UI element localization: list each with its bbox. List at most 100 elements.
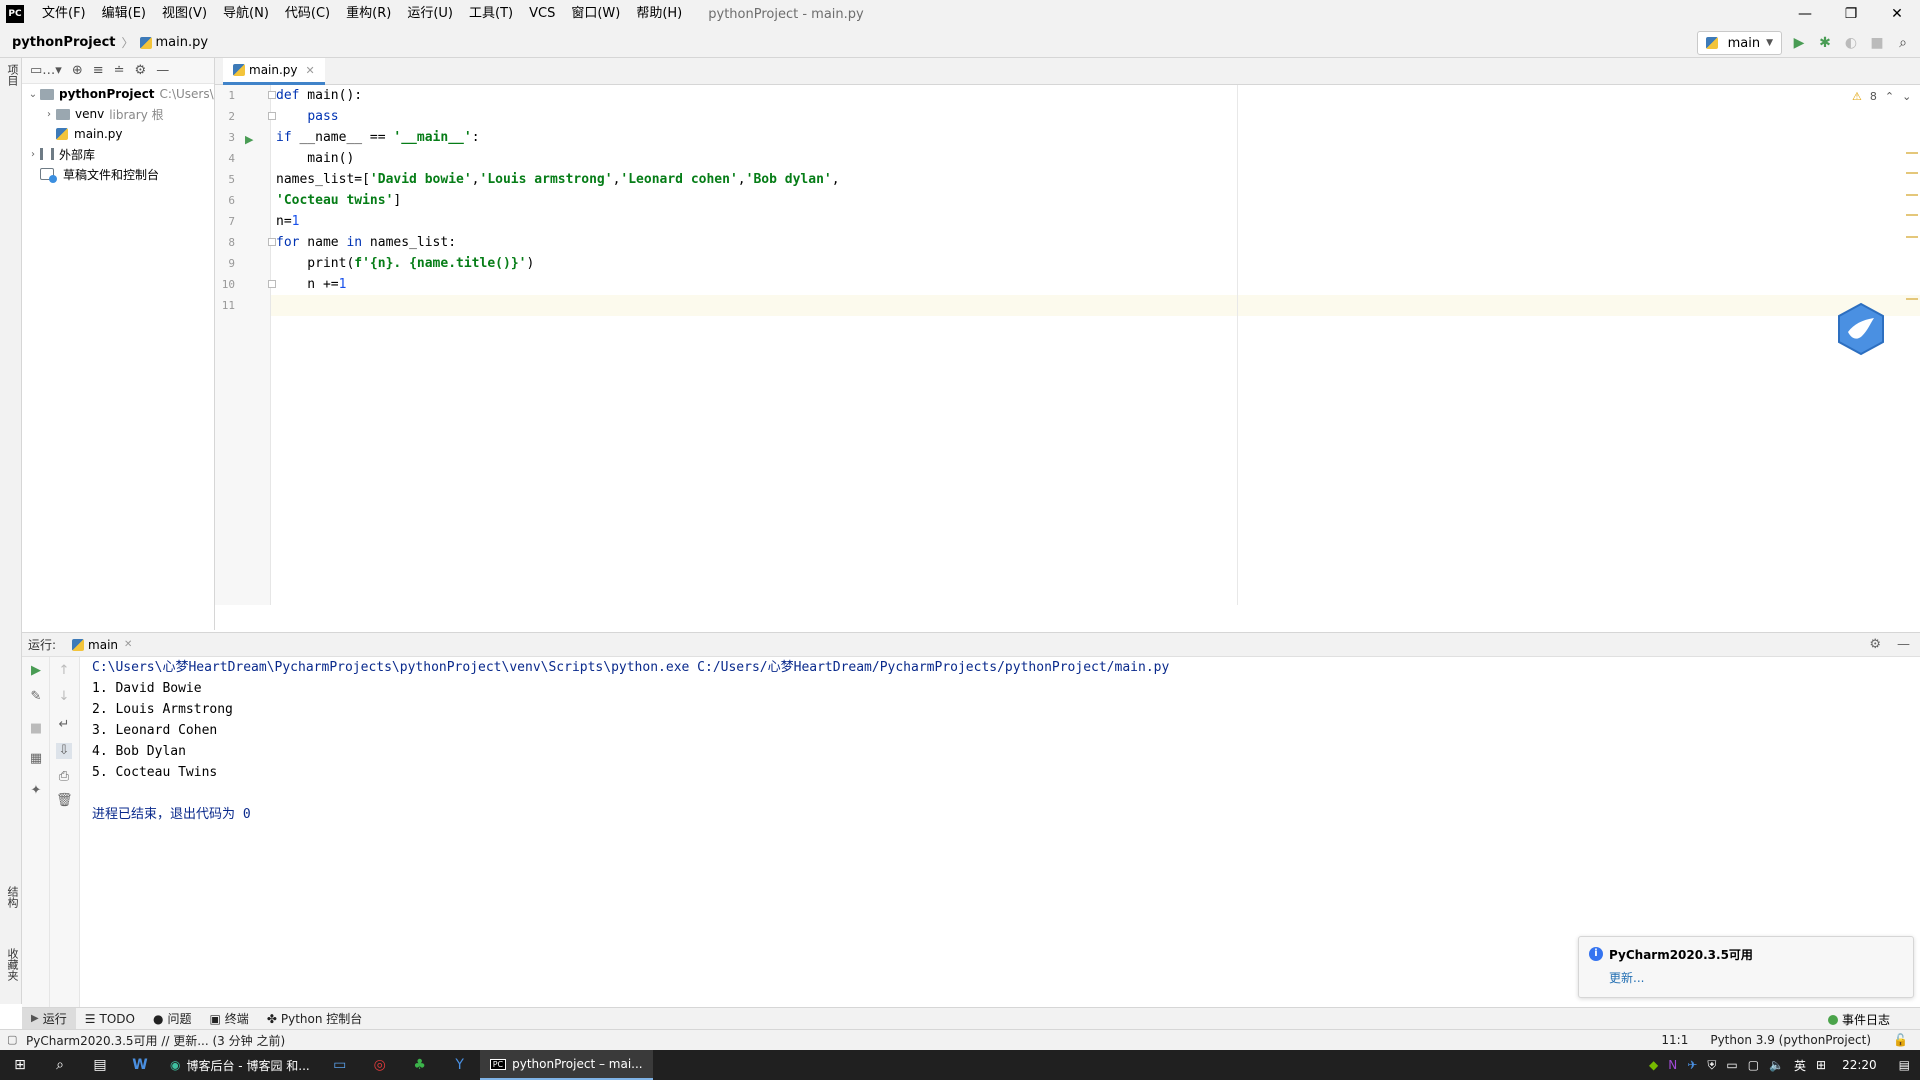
menu-window[interactable]: 窗口(W) xyxy=(563,0,628,28)
menu-code[interactable]: 代码(C) xyxy=(277,0,338,28)
tree-app-icon[interactable]: ♣ xyxy=(400,1050,440,1080)
restore-button[interactable]: ❐ xyxy=(1828,0,1874,28)
menu-refactor[interactable]: 重构(R) xyxy=(338,0,399,28)
error-stripe-mark[interactable] xyxy=(1906,214,1918,216)
wrench-icon[interactable]: ✎ xyxy=(28,689,44,705)
chevron-right-icon[interactable]: › xyxy=(26,149,40,160)
collapse-all-icon[interactable]: ≐ xyxy=(114,63,125,78)
breadcrumb-project[interactable]: pythonProject xyxy=(12,35,116,50)
menu-file[interactable]: 文件(F) xyxy=(34,0,94,28)
tool-tab-problems[interactable]: ● 问题 xyxy=(144,1008,201,1030)
status-message[interactable]: PyCharm2020.3.5可用 // 更新... (3 分钟 之前) xyxy=(26,1032,285,1049)
chevron-down-icon[interactable]: ⌄ xyxy=(26,89,40,100)
chevron-right-icon[interactable]: › xyxy=(42,109,56,120)
debug-icon[interactable]: ✱ xyxy=(1816,34,1834,52)
lock-icon[interactable]: 🔓 xyxy=(1893,1033,1908,1047)
menu-view[interactable]: 视图(V) xyxy=(154,0,215,28)
floating-bird-assistant-icon[interactable] xyxy=(1836,302,1886,356)
clock[interactable]: 22:20 xyxy=(1842,1058,1877,1072)
error-stripe-mark[interactable] xyxy=(1906,298,1918,300)
netease-music-icon[interactable]: ◎ xyxy=(360,1050,400,1080)
fold-icon[interactable] xyxy=(268,112,276,120)
tree-item-scratches[interactable]: 草稿文件和控制台 xyxy=(22,164,214,184)
menu-run[interactable]: 运行(U) xyxy=(399,0,461,28)
caret-position[interactable]: 11:1 xyxy=(1661,1033,1688,1047)
layout-icon[interactable]: ▦ xyxy=(28,751,44,767)
project-view-dropdown-icon[interactable]: ▭…▾ xyxy=(30,63,62,78)
hide-icon[interactable]: — xyxy=(156,63,169,78)
security-icon[interactable]: ⛨ xyxy=(1707,1058,1716,1073)
locate-icon[interactable]: ⊕ xyxy=(72,63,83,78)
menu-edit[interactable]: 编辑(E) xyxy=(94,0,154,28)
remote-desktop-icon[interactable]: ▭ xyxy=(320,1050,360,1080)
error-stripe-mark[interactable] xyxy=(1906,236,1918,238)
battery-icon[interactable]: ▭ xyxy=(1726,1058,1737,1072)
fold-icon[interactable] xyxy=(268,238,276,246)
breadcrumb-file[interactable]: main.py xyxy=(139,35,208,50)
chevron-down-icon[interactable]: ⌄ xyxy=(1902,90,1911,103)
close-tab-icon[interactable]: ✕ xyxy=(306,64,315,77)
word-icon[interactable]: W xyxy=(120,1050,160,1080)
toggle-tool-windows-icon[interactable]: ▢ xyxy=(7,1033,17,1046)
hide-icon[interactable]: — xyxy=(1897,637,1910,652)
pin-icon[interactable]: ✦ xyxy=(28,783,44,799)
code-editor[interactable]: def main(): pass if __name__ == '__main_… xyxy=(276,85,1236,605)
run-gutter-icon[interactable]: ▶ xyxy=(245,133,253,146)
run-icon[interactable]: ▶ xyxy=(1790,34,1808,52)
arrow-up-icon[interactable]: ↑ xyxy=(56,663,72,679)
tab-main-py[interactable]: main.py ✕ xyxy=(223,58,325,85)
menu-vcs[interactable]: VCS xyxy=(521,0,563,28)
tree-item-venv[interactable]: › venv library 根 xyxy=(22,104,214,124)
scroll-to-end-icon[interactable]: ⇩ xyxy=(56,743,72,759)
stop-icon[interactable]: ■ xyxy=(28,721,44,737)
menu-navigate[interactable]: 导航(N) xyxy=(215,0,277,28)
tool-tab-todo[interactable]: ☰ TODO xyxy=(76,1008,144,1030)
menu-help[interactable]: 帮助(H) xyxy=(628,0,690,28)
tray-bird-icon[interactable]: ✈ xyxy=(1687,1058,1697,1072)
tree-item-project-root[interactable]: ⌄ pythonProject C:\Users\ xyxy=(22,84,214,104)
error-stripe-mark[interactable] xyxy=(1906,194,1918,196)
store-icon[interactable]: ▤ xyxy=(80,1050,120,1080)
rerun-icon[interactable]: ▶ xyxy=(28,663,44,679)
tool-tab-python-console[interactable]: ✤ Python 控制台 xyxy=(258,1008,371,1030)
tool-tab-terminal[interactable]: ▣ 终端 xyxy=(200,1008,257,1030)
soft-wrap-icon[interactable]: ↵ xyxy=(56,717,72,733)
trash-icon[interactable]: 🗑 xyxy=(56,793,73,809)
tree-item-external-libs[interactable]: › 外部库 xyxy=(22,144,214,164)
fold-icon[interactable] xyxy=(268,91,276,99)
expand-all-icon[interactable]: ≡ xyxy=(93,63,104,78)
windows-start-icon[interactable]: ⊞ xyxy=(0,1050,40,1080)
taskbar-pycharm-window[interactable]: PC pythonProject – mai... xyxy=(479,1050,653,1080)
close-button[interactable]: ✕ xyxy=(1874,0,1920,28)
gear-icon[interactable]: ⚙ xyxy=(135,63,147,78)
inspection-widget[interactable]: ⚠ 8 ⌃ ⌄ xyxy=(1852,90,1911,103)
update-link[interactable]: 更新... xyxy=(1609,969,1644,986)
coverage-icon[interactable]: ◐ xyxy=(1842,34,1860,52)
chevron-up-icon[interactable]: ⌃ xyxy=(1885,90,1894,103)
notification-center-icon[interactable]: ▤ xyxy=(1899,1058,1910,1072)
ime-mode-icon[interactable]: ⊞ xyxy=(1816,1058,1826,1072)
minimize-button[interactable]: — xyxy=(1782,0,1828,28)
taskbar-edge-window[interactable]: ◉ 博客后台 - 博客园 和... xyxy=(160,1050,320,1080)
gear-icon[interactable]: ⚙ xyxy=(1869,637,1881,652)
search-icon[interactable]: ⌕ xyxy=(40,1050,80,1080)
structure-tool-tab[interactable]: 结构 xyxy=(2,886,20,908)
menu-tools[interactable]: 工具(T) xyxy=(461,0,521,28)
network-icon[interactable]: ▢ xyxy=(1748,1058,1759,1072)
search-icon[interactable]: ⌕ xyxy=(1894,34,1912,52)
fold-icon[interactable] xyxy=(268,280,276,288)
close-tab-icon[interactable]: ✕ xyxy=(124,639,132,650)
project-tool-tab[interactable]: 项目 xyxy=(2,64,20,86)
arrow-down-icon[interactable]: ↓ xyxy=(56,689,72,705)
nvidia-icon[interactable]: ◆ xyxy=(1649,1058,1658,1072)
favorites-tool-tab[interactable]: 收藏夹 xyxy=(2,948,20,981)
error-stripe-mark[interactable] xyxy=(1906,172,1918,174)
error-stripe-mark[interactable] xyxy=(1906,152,1918,154)
volume-icon[interactable]: 🔈 xyxy=(1769,1058,1784,1072)
stop-icon[interactable]: ■ xyxy=(1868,34,1886,52)
run-config-selector[interactable]: main ▼ xyxy=(1696,31,1782,55)
tool-tab-run[interactable]: ▶ 运行 xyxy=(22,1007,76,1030)
event-log-button[interactable]: 事件日志 xyxy=(1827,1011,1890,1028)
tree-item-main-py[interactable]: main.py xyxy=(22,124,214,144)
onenote-icon[interactable]: N xyxy=(1668,1058,1677,1072)
